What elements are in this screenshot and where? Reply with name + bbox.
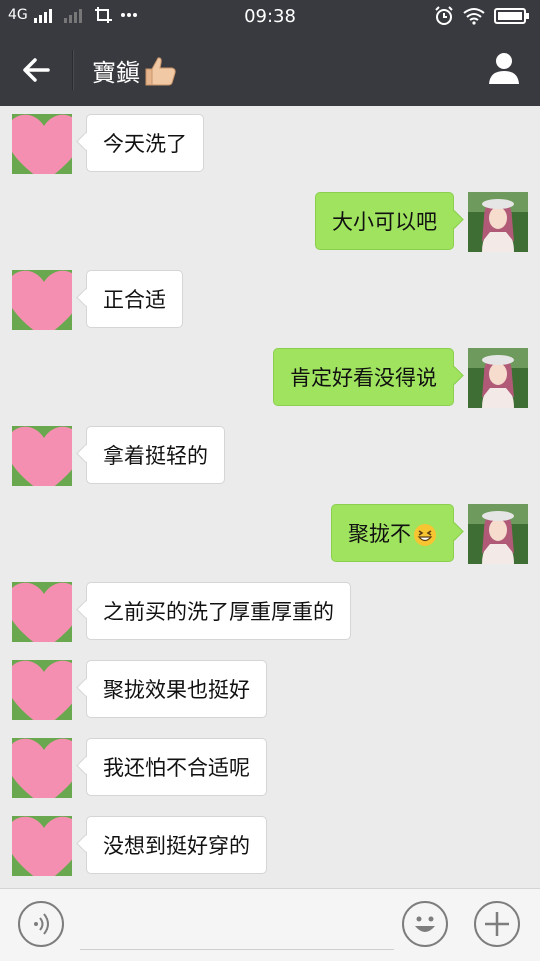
message-text: 之前买的洗了厚重厚重的	[103, 600, 334, 624]
my-avatar[interactable]	[468, 192, 528, 252]
message-text: 正合适	[103, 288, 166, 312]
my-avatar[interactable]	[468, 504, 528, 564]
more-actions-button[interactable]	[474, 901, 520, 947]
my-avatar[interactable]	[468, 348, 528, 408]
profile-photo-icon	[468, 192, 528, 252]
heart-sticker-icon	[12, 582, 72, 642]
thumbs-up-icon	[145, 56, 176, 85]
message-bubble[interactable]: 没想到挺好穿的	[86, 816, 267, 874]
message-bubble[interactable]: 拿着挺轻的	[86, 426, 225, 484]
plus-icon	[485, 912, 509, 936]
status-bar: 4G 09:38	[0, 0, 540, 34]
profile-photo-icon	[468, 348, 528, 408]
status-right	[434, 6, 530, 26]
chat-header: 寶鎭	[0, 34, 540, 106]
back-arrow-icon	[23, 58, 50, 82]
sender-avatar[interactable]	[12, 270, 72, 330]
emoji-button[interactable]	[402, 901, 448, 947]
sender-avatar[interactable]	[12, 738, 72, 798]
heart-sticker-icon	[12, 660, 72, 720]
message-text: 没想到挺好穿的	[103, 834, 250, 858]
message-bubble[interactable]: 大小可以吧	[315, 192, 454, 250]
message-text: 肯定好看没得说	[290, 366, 437, 390]
message-bubble[interactable]: 之前买的洗了厚重厚重的	[86, 582, 351, 640]
sender-avatar[interactable]	[12, 114, 72, 174]
message-text: 我还怕不合适呢	[103, 756, 250, 780]
profile-photo-icon	[468, 504, 528, 564]
heart-sticker-icon	[12, 816, 72, 876]
person-icon	[489, 53, 519, 84]
message-text: 聚拢效果也挺好	[103, 678, 250, 702]
smiley-icon	[415, 916, 435, 932]
message-text: 大小可以吧	[332, 210, 437, 234]
sender-avatar[interactable]	[12, 816, 72, 876]
heart-sticker-icon	[12, 426, 72, 486]
contact-name: 寶鎭	[92, 59, 140, 87]
message-text: 拿着挺轻的	[103, 444, 208, 468]
chat-title: 寶鎭	[92, 53, 178, 88]
message-input[interactable]	[80, 903, 394, 950]
sender-avatar[interactable]	[12, 426, 72, 486]
message-bubble[interactable]: 聚拢效果也挺好	[86, 660, 267, 718]
input-bar	[0, 888, 540, 961]
voice-button[interactable]	[18, 901, 64, 947]
message-bubble[interactable]: 今天洗了	[86, 114, 204, 172]
sender-avatar[interactable]	[12, 660, 72, 720]
message-bubble[interactable]: 肯定好看没得说	[273, 348, 454, 406]
header-divider	[72, 50, 74, 90]
heart-sticker-icon	[12, 114, 72, 174]
chat-info-button[interactable]	[486, 50, 522, 86]
battery-icon	[494, 8, 529, 24]
back-button[interactable]	[18, 52, 54, 88]
heart-sticker-icon	[12, 270, 72, 330]
message-text: 今天洗了	[103, 132, 187, 156]
message-list[interactable]: 今天洗了 大小可以吧 正合适 肯定好看没得说 拿着挺轻的 聚拢不 之前买的洗了厚…	[0, 106, 540, 888]
wifi-icon	[463, 8, 485, 25]
grinning-squint-face-icon	[414, 524, 436, 546]
message-text: 聚拢不	[348, 522, 411, 546]
message-bubble[interactable]: 聚拢不	[331, 504, 454, 562]
heart-sticker-icon	[12, 738, 72, 798]
message-bubble[interactable]: 我还怕不合适呢	[86, 738, 267, 796]
voice-wave-icon	[34, 913, 49, 935]
alarm-icon	[435, 6, 453, 25]
message-bubble[interactable]: 正合适	[86, 270, 183, 328]
sender-avatar[interactable]	[12, 582, 72, 642]
